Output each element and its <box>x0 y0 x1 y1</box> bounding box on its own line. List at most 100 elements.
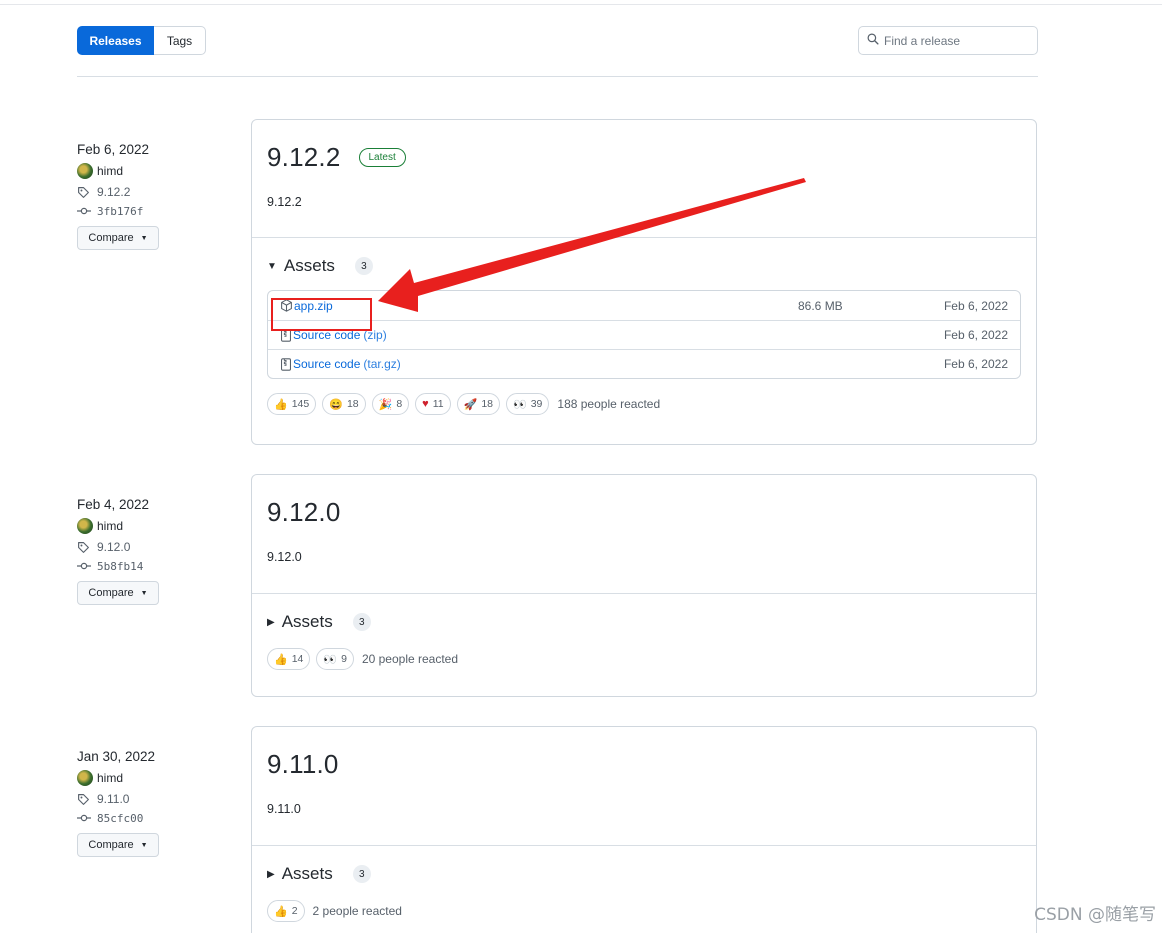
caret-down-icon: ▼ <box>140 234 148 242</box>
reaction-count: 14 <box>291 653 304 665</box>
release-title[interactable]: 9.12.0 <box>267 497 341 528</box>
reactions-bar: 👍 14 👀 9 20 people reacted <box>267 648 1021 670</box>
commit-link[interactable]: 85cfc00 <box>97 812 143 825</box>
commit-link[interactable]: 3fb176f <box>97 205 143 218</box>
reaction-laugh[interactable]: 😄 18 <box>322 393 366 415</box>
author-link[interactable]: himd <box>97 164 123 178</box>
tab-releases[interactable]: Releases <box>77 26 154 55</box>
assets-count: 3 <box>352 865 371 883</box>
reactions-summary: 2 people reacted <box>312 904 402 918</box>
eyes-icon: 👀 <box>323 653 338 666</box>
tag-icon <box>77 541 93 554</box>
assets-toggle[interactable]: ▶ Assets 3 <box>267 612 1021 632</box>
reaction-rocket[interactable]: 🚀 18 <box>456 393 500 415</box>
thumbs-up-icon: 👍 <box>274 398 288 411</box>
asset-link[interactable]: Source code (tar.gz) <box>280 357 401 371</box>
assets-toggle[interactable]: ▼ Assets 3 <box>267 256 1021 276</box>
commit-icon <box>77 206 93 216</box>
compare-label: Compare <box>88 232 134 244</box>
asset-date: Feb 6, 2022 <box>943 298 1008 313</box>
author-row: himd <box>77 515 237 537</box>
release-description: 9.12.2 <box>267 195 302 209</box>
reaction-heart[interactable]: ♥ 11 <box>415 393 451 415</box>
author-link[interactable]: himd <box>97 771 123 785</box>
release-card: 9.12.2 Latest 9.12.2 ▼ Assets 3 app.zip … <box>251 119 1037 445</box>
author-row: himd <box>77 160 237 182</box>
release-date: Feb 4, 2022 <box>77 497 150 512</box>
compare-button[interactable]: Compare ▼ <box>77 581 159 605</box>
avatar[interactable] <box>77 518 93 534</box>
asset-date: Feb 6, 2022 <box>943 328 1008 342</box>
file-zip-icon <box>280 357 292 371</box>
release-meta: Jan 30, 2022 himd 9.11.0 85cfc00 Compare… <box>77 749 237 857</box>
assets-label: Assets <box>281 864 333 883</box>
avatar[interactable] <box>77 163 93 179</box>
compare-label: Compare <box>88 839 134 851</box>
commit-icon <box>77 813 93 823</box>
tag-row: 9.12.2 <box>77 182 237 202</box>
asset-row: Source code (zip) Feb 6, 2022 <box>268 320 1020 349</box>
watermark: CSDN @随笔写 <box>1034 905 1156 925</box>
reaction-thumbs-up[interactable]: 👍 14 <box>267 648 311 670</box>
compare-button[interactable]: Compare ▼ <box>77 226 159 250</box>
release-search[interactable] <box>858 26 1038 55</box>
tag-link[interactable]: 9.12.0 <box>97 540 130 554</box>
assets-label: Assets <box>283 256 335 275</box>
reaction-eyes[interactable]: 👀 39 <box>506 393 550 415</box>
thumbs-up-icon: 👍 <box>274 653 288 666</box>
release-title[interactable]: 9.12.2 <box>267 142 341 173</box>
reaction-count: 39 <box>530 398 543 410</box>
card-divider <box>252 237 1036 238</box>
assets-count: 3 <box>354 257 373 275</box>
assets-toggle[interactable]: ▶ Assets 3 <box>267 864 1021 884</box>
card-divider <box>252 845 1036 846</box>
annotation-highlight-box <box>271 298 372 331</box>
search-icon <box>867 32 879 50</box>
author-link[interactable]: himd <box>97 519 123 533</box>
assets-list: app.zip 86.6 MB Feb 6, 2022 Source code … <box>267 290 1021 379</box>
release-date: Jan 30, 2022 <box>77 749 156 764</box>
avatar[interactable] <box>77 770 93 786</box>
triangle-down-icon: ▼ <box>267 260 277 272</box>
header-divider <box>77 76 1038 77</box>
tag-row: 9.11.0 <box>77 789 237 809</box>
reaction-count: 2 <box>291 905 298 917</box>
compare-button[interactable]: Compare ▼ <box>77 833 159 857</box>
tag-link[interactable]: 9.11.0 <box>97 792 129 806</box>
reaction-thumbs-up[interactable]: 👍 145 <box>267 393 317 415</box>
triangle-right-icon: ▶ <box>267 616 275 628</box>
reactions-bar: 👍 2 2 people reacted <box>267 900 1021 922</box>
reaction-hooray[interactable]: 🎉 8 <box>371 393 410 415</box>
reaction-count: 9 <box>341 653 347 665</box>
eyes-icon: 👀 <box>513 398 527 411</box>
tag-icon <box>77 793 93 806</box>
search-input[interactable] <box>884 33 1024 48</box>
release-meta: Feb 4, 2022 himd 9.12.0 5b8fb14 Compare ▼ <box>77 497 237 605</box>
reaction-thumbs-up[interactable]: 👍 2 <box>267 900 305 922</box>
caret-down-icon: ▼ <box>140 841 148 849</box>
commit-icon <box>77 561 93 571</box>
reaction-count: 18 <box>346 398 359 410</box>
latest-badge: Latest <box>358 148 406 167</box>
commit-row: 85cfc00 <box>77 809 237 827</box>
release-meta: Feb 6, 2022 himd 9.12.2 3fb176f Compare ▼ <box>77 142 237 250</box>
reaction-eyes[interactable]: 👀 9 <box>316 648 354 670</box>
release-description: 9.11.0 <box>267 802 301 816</box>
card-divider <box>252 593 1036 594</box>
release-card: 9.11.0 9.11.0 ▶ Assets 3 👍 2 2 people rea… <box>251 726 1037 933</box>
reactions-summary: 188 people reacted <box>557 397 661 411</box>
tab-tags[interactable]: Tags <box>154 26 206 55</box>
asset-size: 86.6 MB <box>798 298 843 313</box>
hooray-icon: 🎉 <box>378 398 393 411</box>
release-description: 9.12.0 <box>267 550 302 564</box>
heart-icon: ♥ <box>422 398 429 410</box>
asset-row: Source code (tar.gz) Feb 6, 2022 <box>268 349 1020 378</box>
author-row: himd <box>77 767 237 789</box>
asset-name: Source code <box>293 357 361 371</box>
tag-link[interactable]: 9.12.2 <box>97 185 130 199</box>
asset-ext: (tar.gz) <box>363 357 401 371</box>
release-title[interactable]: 9.11.0 <box>267 749 339 780</box>
compare-label: Compare <box>88 587 134 599</box>
reaction-count: 18 <box>481 398 493 410</box>
commit-link[interactable]: 5b8fb14 <box>97 560 143 573</box>
